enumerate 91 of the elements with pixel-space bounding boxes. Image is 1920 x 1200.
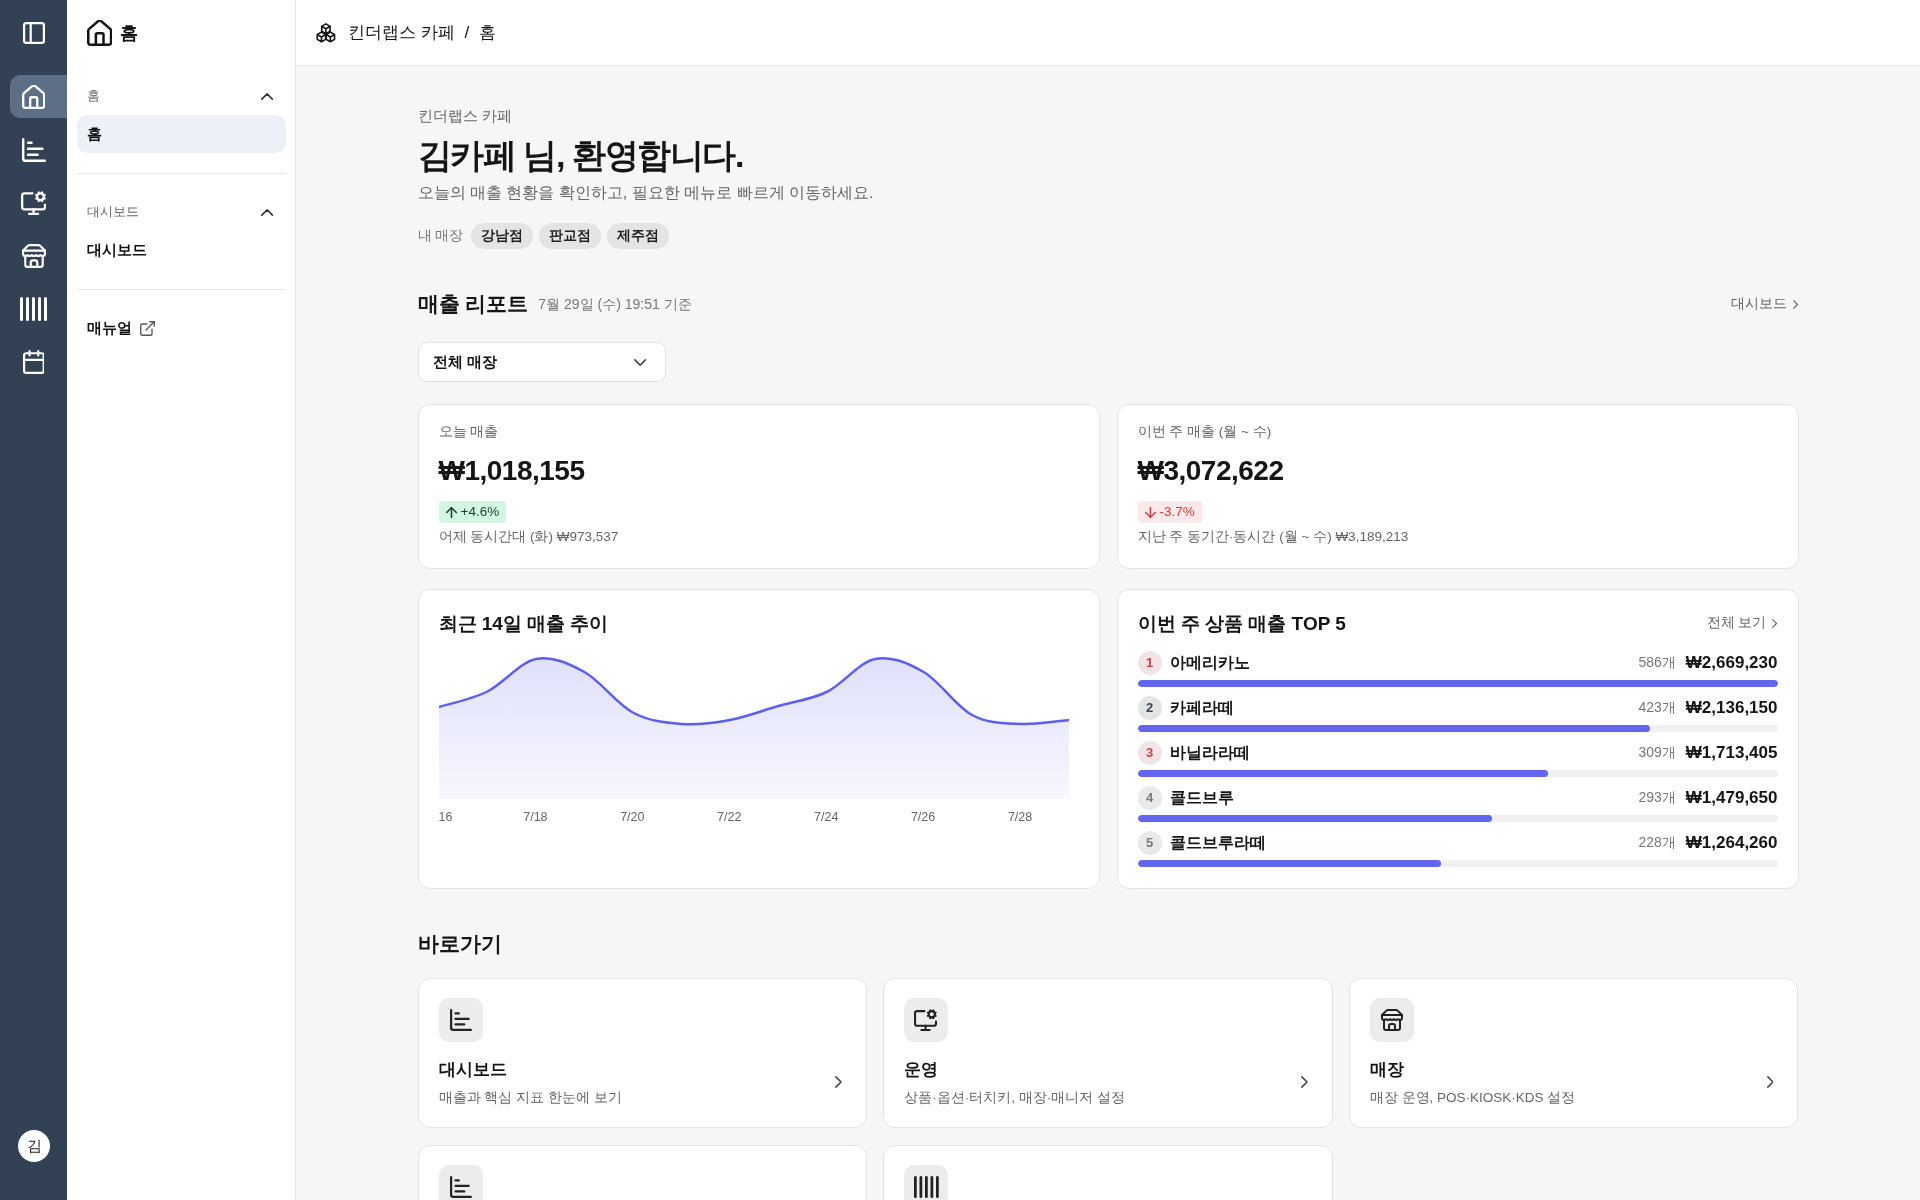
amount-text: ₩1,713,405 bbox=[1685, 741, 1778, 764]
axis-label: 7/18 bbox=[523, 808, 548, 825]
card-description: 상품·옵션·터치키, 매장·매니저 설정 bbox=[904, 1088, 1125, 1107]
rank-badge: 5 bbox=[1137, 830, 1162, 855]
chevron-right-icon bbox=[1772, 619, 1778, 628]
bar-chart-icon bbox=[438, 997, 483, 1042]
cubes-icon bbox=[316, 22, 336, 43]
kpi-label: 오늘 매출 bbox=[438, 423, 500, 441]
axis-label: 7/26 bbox=[910, 808, 936, 825]
storefront-icon bbox=[21, 243, 46, 268]
comparison-text: 어제 동시간대 (화) ₩973,537 bbox=[438, 527, 620, 546]
product-name: 바닐라라떼 bbox=[1169, 742, 1250, 763]
axis-label: 7/22 bbox=[717, 808, 742, 825]
barcode-icon bbox=[20, 296, 47, 321]
home-icon bbox=[21, 84, 46, 109]
shortcut-card[interactable]: 운영 상품·옵션·터치키, 매장·매니저 설정 bbox=[883, 977, 1333, 1128]
chart-title: 최근 14일 매출 추이 bbox=[438, 611, 610, 636]
section-toggle[interactable]: 대시보드 bbox=[77, 200, 286, 224]
calendar-icon bbox=[22, 349, 45, 374]
axis-label: 7/20 bbox=[620, 808, 645, 825]
rank-badge: 3 bbox=[1137, 740, 1162, 765]
section-title: 매출 리포트 bbox=[417, 291, 529, 318]
bar-chart-icon bbox=[438, 1164, 483, 1200]
quantity-text: 309개 bbox=[1638, 743, 1676, 762]
chevron-down-icon bbox=[634, 358, 647, 366]
chevron-right-icon bbox=[1766, 1076, 1774, 1088]
home-icon bbox=[87, 20, 113, 46]
user-avatar[interactable]: 김 bbox=[18, 1130, 50, 1162]
card-title: 이번 주 상품 매출 TOP 5 bbox=[1137, 611, 1346, 636]
report-timestamp: 7월 29일 (수) 19:51 기준 bbox=[538, 294, 692, 314]
section-title: 바로가기 bbox=[417, 930, 503, 957]
product-name: 콜드브루라떼 bbox=[1169, 832, 1266, 853]
quantity-text: 293개 bbox=[1638, 788, 1676, 807]
card-title: 매장 bbox=[1369, 1058, 1405, 1081]
product-name: 아메리카노 bbox=[1169, 652, 1250, 673]
nav-button[interactable] bbox=[10, 75, 67, 118]
axis-label: 16 bbox=[438, 808, 453, 825]
breadcrumb-current: 홈 bbox=[479, 21, 497, 44]
dashboard-link[interactable]: 대시보드 bbox=[1731, 293, 1799, 315]
kpi-label: 이번 주 매출 (월 ~ 수) bbox=[1137, 423, 1273, 441]
product-name: 콜드브루 bbox=[1169, 787, 1234, 808]
card-description: 매장 운영, POS·KIOSK·KDS 설정 bbox=[1369, 1088, 1576, 1107]
section-toggle[interactable]: 홈 bbox=[77, 84, 286, 108]
monitor-gear-icon bbox=[20, 190, 47, 215]
bar-chart-icon bbox=[21, 137, 46, 162]
nav-item[interactable]: 홈 bbox=[77, 115, 286, 153]
shortcut-card[interactable]: 대시보드 매출과 핵심 지표 한눈에 보기 bbox=[417, 977, 868, 1128]
welcome-title: 김카페 님, 환영합니다. bbox=[417, 135, 745, 176]
rank-badge: 2 bbox=[1137, 695, 1162, 720]
sidebar-title: 홈 bbox=[120, 21, 139, 45]
storefront-icon bbox=[1369, 997, 1414, 1042]
view-all-link[interactable]: 전체 보기 bbox=[1706, 613, 1778, 634]
card-description: 매출과 핵심 지표 한눈에 보기 bbox=[438, 1088, 622, 1107]
axis-label: 7/24 bbox=[814, 808, 839, 825]
barcode-icon bbox=[904, 1164, 949, 1200]
manual-link[interactable]: 매뉴얼 bbox=[77, 309, 155, 347]
chevron-right-icon bbox=[1793, 299, 1799, 309]
store-tag: 강남점 bbox=[471, 223, 534, 249]
shortcut-card[interactable]: 매장 매장 운영, POS·KIOSK·KDS 설정 bbox=[1348, 977, 1799, 1128]
card-title: 대시보드 bbox=[438, 1058, 508, 1081]
store-select[interactable]: 전체 매장 bbox=[417, 342, 666, 382]
monitor-gear-icon bbox=[904, 997, 949, 1042]
quantity-text: 228개 bbox=[1638, 833, 1676, 852]
amount-text: ₩2,669,230 bbox=[1685, 651, 1778, 674]
quantity-text: 423개 bbox=[1638, 698, 1676, 717]
kpi-value: ₩3,072,622 bbox=[1137, 454, 1285, 488]
rank-badge: 4 bbox=[1137, 785, 1162, 810]
store-tag: 판교점 bbox=[539, 223, 602, 249]
rank-badge: 1 bbox=[1137, 650, 1162, 675]
stores-label: 내 매장 bbox=[417, 226, 464, 245]
card-title: 운영 bbox=[904, 1058, 940, 1081]
amount-text: ₩2,136,150 bbox=[1685, 696, 1778, 719]
breadcrumb-link[interactable]: 킨더랩스 카페 bbox=[347, 19, 455, 46]
arrow-down-icon bbox=[1144, 506, 1156, 518]
change-value: +4.6% bbox=[460, 503, 500, 521]
panel-icon bbox=[22, 21, 45, 44]
breadcrumb-separator: / bbox=[464, 21, 470, 44]
welcome-subtitle: 오늘의 매출 현황을 확인하고, 필요한 메뉴로 빠르게 이동하세요. bbox=[417, 183, 875, 203]
axis-label: 7/28 bbox=[1007, 808, 1033, 825]
product-name: 카페라떼 bbox=[1169, 697, 1234, 718]
store-name: 킨더랩스 카페 bbox=[417, 106, 513, 126]
comparison-text: 지난 주 동기간·동시간 (월 ~ 수) ₩3,189,213 bbox=[1137, 527, 1410, 546]
chevron-right-icon bbox=[835, 1076, 843, 1088]
nav-item[interactable]: 대시보드 bbox=[77, 231, 286, 269]
amount-text: ₩1,264,260 bbox=[1685, 831, 1778, 854]
change-value: -3.7% bbox=[1159, 503, 1195, 521]
quantity-text: 586개 bbox=[1638, 653, 1676, 672]
store-tag: 제주점 bbox=[607, 223, 670, 249]
amount-text: ₩1,479,650 bbox=[1685, 786, 1778, 809]
chevron-right-icon bbox=[1300, 1076, 1308, 1088]
kpi-value: ₩1,018,155 bbox=[438, 454, 586, 488]
